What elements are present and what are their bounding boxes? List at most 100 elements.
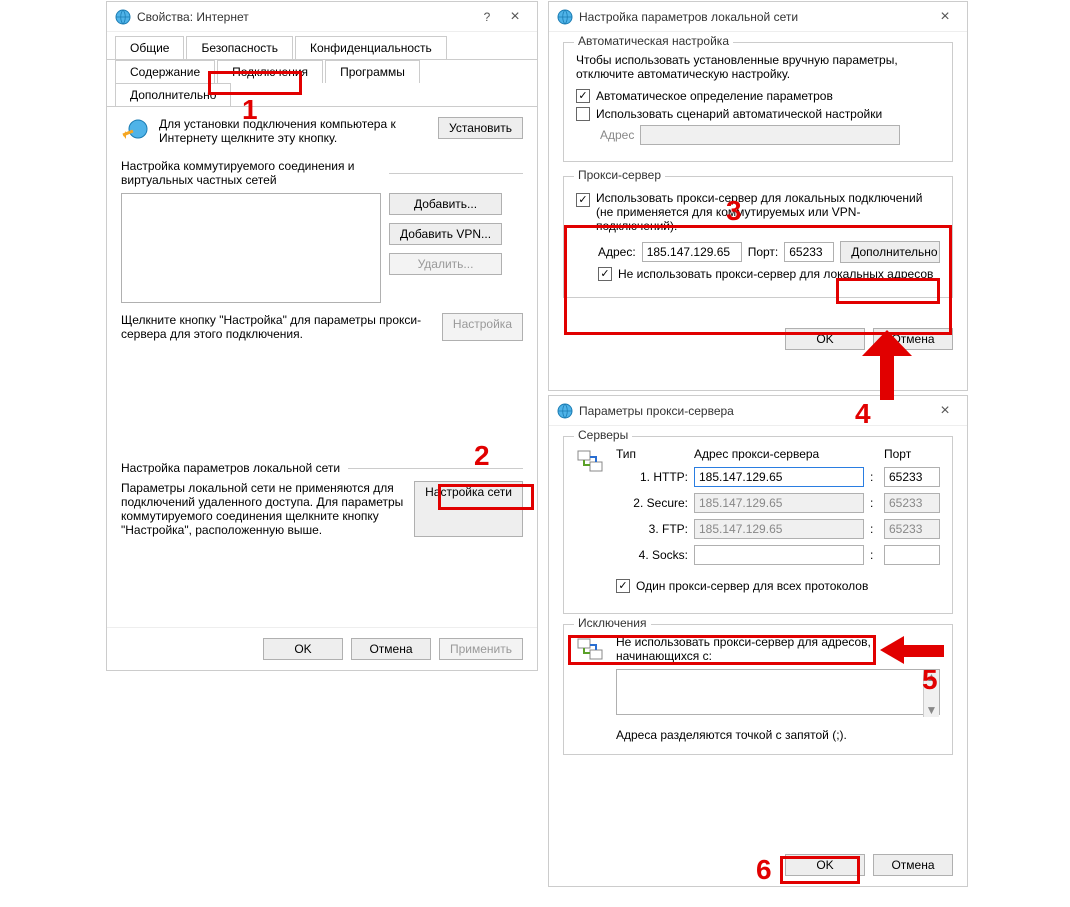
close-button[interactable]: ×	[501, 8, 529, 26]
proxy-icon	[576, 447, 604, 475]
exceptions-group: Исключения Не использовать прокси-сервер…	[563, 624, 953, 755]
proxy-settings-window: Параметры прокси-сервера × Серверы Тип А…	[548, 395, 968, 887]
add-vpn-button[interactable]: Добавить VPN...	[389, 223, 502, 245]
auto-detect-checkbox[interactable]: ✓	[576, 89, 590, 103]
secure-address-input	[694, 493, 864, 513]
window-title: Параметры прокси-сервера	[579, 404, 931, 418]
colon: :	[870, 522, 878, 536]
tabs-row-1: Общие Безопасность Конфиденциальность	[107, 32, 537, 60]
window-title: Свойства: Интернет	[137, 10, 473, 24]
ok-button[interactable]: OK	[785, 854, 865, 876]
row-secure-label: 2. Secure:	[616, 496, 688, 510]
auto-script-checkbox[interactable]	[576, 107, 590, 121]
titlebar: Свойства: Интернет ? ×	[107, 2, 537, 32]
titlebar: Параметры прокси-сервера ×	[549, 396, 967, 426]
auto-config-group: Автоматическая настройка Чтобы использов…	[563, 42, 953, 162]
cancel-button[interactable]: Отмена	[351, 638, 431, 660]
row-socks-label: 4. Socks:	[616, 548, 688, 562]
proxy-settings-note: Щелкните кнопку "Настройка" для параметр…	[121, 313, 434, 341]
titlebar: Настройка параметров локальной сети ×	[549, 2, 967, 32]
script-address-label: Адрес	[600, 128, 634, 142]
cancel-button[interactable]: Отмена	[873, 328, 953, 350]
exceptions-input[interactable]	[616, 669, 940, 715]
lan-note: Параметры локальной сети не применяются …	[121, 481, 406, 537]
use-proxy-label: Использовать прокси-сервер для локальных…	[596, 191, 940, 233]
tab-connections[interactable]: Подключения	[217, 60, 323, 83]
proxy-icon	[576, 635, 604, 663]
help-button[interactable]: ?	[473, 10, 501, 24]
servers-group: Серверы Тип Адрес прокси-сервера Порт 1.…	[563, 436, 953, 614]
ftp-port-input	[884, 519, 940, 539]
col-port-header: Порт	[884, 447, 940, 461]
close-button[interactable]: ×	[931, 8, 959, 26]
port-label: Порт:	[748, 245, 779, 259]
http-address-input[interactable]	[694, 467, 864, 487]
address-label: Адрес:	[598, 245, 636, 259]
tab-content[interactable]: Содержание	[115, 60, 215, 83]
col-addr-header: Адрес прокси-сервера	[694, 447, 864, 461]
lan-heading: Настройка параметров локальной сети	[121, 461, 340, 475]
cancel-button[interactable]: Отмена	[873, 854, 953, 876]
tabs-row-2: Содержание Подключения Программы Дополни…	[107, 60, 537, 107]
scrollbar[interactable]: ▲▼	[923, 670, 939, 717]
apply-button: Применить	[439, 638, 523, 660]
scroll-up-icon[interactable]: ▲	[926, 670, 938, 684]
exceptions-note: Не использовать прокси-сервер для адресо…	[616, 635, 940, 663]
http-port-input[interactable]	[884, 467, 940, 487]
scroll-down-icon[interactable]: ▼	[926, 703, 938, 717]
remove-button: Удалить...	[389, 253, 502, 275]
globe-icon	[557, 9, 573, 25]
socks-address-input[interactable]	[694, 545, 864, 565]
setup-text: Для установки подключения компьютера к И…	[159, 117, 428, 145]
lan-settings-button[interactable]: Настройка сети	[414, 481, 523, 537]
close-button[interactable]: ×	[931, 402, 959, 420]
add-button[interactable]: Добавить...	[389, 193, 502, 215]
lan-settings-window: Настройка параметров локальной сети × Ав…	[548, 1, 968, 391]
proxy-port-input[interactable]	[784, 242, 834, 262]
auto-detect-label: Автоматическое определение параметров	[596, 89, 833, 103]
connections-listbox[interactable]	[121, 193, 381, 303]
tab-programs[interactable]: Программы	[325, 60, 420, 83]
col-type-header: Тип	[616, 447, 688, 461]
bypass-local-checkbox[interactable]: ✓	[598, 267, 612, 281]
content-area: Для установки подключения компьютера к И…	[107, 107, 537, 547]
row-http-label: 1. HTTP:	[616, 470, 688, 484]
proxy-server-group: Прокси-сервер ✓ Использовать прокси-серв…	[563, 176, 953, 298]
ok-button[interactable]: OK	[263, 638, 343, 660]
row-ftp-label: 3. FTP:	[616, 522, 688, 536]
group-title: Исключения	[574, 616, 651, 630]
globe-icon	[115, 9, 131, 25]
colon: :	[870, 548, 878, 562]
dial-heading: Настройка коммутируемого соединения и ви…	[121, 159, 381, 187]
ftp-address-input	[694, 519, 864, 539]
globe-icon	[557, 403, 573, 419]
secure-port-input	[884, 493, 940, 513]
proxy-address-input[interactable]	[642, 242, 742, 262]
group-title: Серверы	[574, 428, 632, 442]
tab-security[interactable]: Безопасность	[186, 36, 293, 59]
colon: :	[870, 470, 878, 484]
window-title: Настройка параметров локальной сети	[579, 10, 931, 24]
advanced-button[interactable]: Дополнительно	[840, 241, 940, 263]
tab-general[interactable]: Общие	[115, 36, 184, 59]
ok-button[interactable]: OK	[785, 328, 865, 350]
group-title: Прокси-сервер	[574, 168, 665, 182]
same-proxy-checkbox[interactable]: ✓	[616, 579, 630, 593]
same-proxy-label: Один прокси-сервер для всех протоколов	[636, 579, 868, 593]
socks-port-input[interactable]	[884, 545, 940, 565]
auto-script-label: Использовать сценарий автоматической нас…	[596, 107, 882, 121]
use-proxy-checkbox[interactable]: ✓	[576, 193, 590, 207]
exceptions-hint: Адреса разделяются точкой с запятой (;).	[616, 728, 940, 742]
internet-properties-window: Свойства: Интернет ? × Общие Безопасност…	[106, 1, 538, 671]
tab-privacy[interactable]: Конфиденциальность	[295, 36, 447, 59]
tab-advanced[interactable]: Дополнительно	[115, 83, 231, 106]
settings-button-disabled: Настройка	[442, 313, 523, 341]
script-address-input	[640, 125, 900, 145]
colon: :	[870, 496, 878, 510]
bypass-local-label: Не использовать прокси-сервер для локаль…	[618, 267, 933, 281]
setup-button[interactable]: Установить	[438, 117, 523, 139]
setup-globe-icon	[121, 117, 149, 145]
separator	[348, 468, 523, 469]
auto-note: Чтобы использовать установленные вручную…	[576, 53, 940, 81]
separator	[389, 173, 523, 174]
